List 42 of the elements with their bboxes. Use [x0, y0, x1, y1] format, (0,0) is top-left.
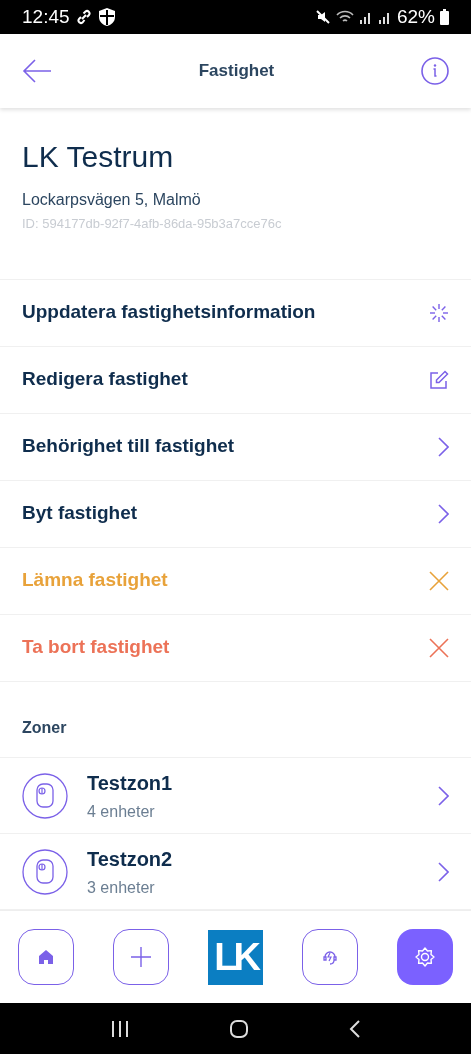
chevron-right-icon: [437, 785, 449, 806]
shield-icon: [97, 7, 116, 27]
edit-icon: [429, 369, 449, 390]
menu-item[interactable]: Redigera fastighet: [0, 346, 471, 414]
menu-item[interactable]: Byt fastighet: [0, 480, 471, 548]
section-heading: Zoner: [22, 718, 67, 739]
property-name: LK Testrum: [22, 139, 175, 175]
info-icon[interactable]: [421, 57, 449, 85]
settings-button[interactable]: [397, 929, 453, 985]
close-icon: [429, 570, 449, 591]
close-icon: [429, 637, 449, 658]
wifi-icon: [335, 9, 354, 25]
property-address: Lockarpsvägen 5, Malmö: [22, 190, 202, 210]
home-button[interactable]: [18, 929, 74, 985]
support-button[interactable]: [302, 929, 358, 985]
plus-icon: [129, 945, 153, 969]
thermostat-icon: [22, 772, 68, 819]
battery-percent: 62%: [396, 4, 435, 29]
device-count: 4 enheter: [87, 801, 156, 822]
link-icon: [75, 9, 92, 25]
menu-item[interactable]: Behörighet till fastighet: [0, 413, 471, 481]
add-button[interactable]: [113, 929, 169, 985]
chevron-right-icon: [437, 436, 449, 457]
home-nav-icon[interactable]: [229, 1018, 250, 1039]
status-time: 12:45: [22, 4, 70, 29]
recent-apps-icon[interactable]: [109, 1019, 130, 1038]
loading-icon: [429, 302, 449, 323]
menu-item[interactable]: Uppdatera fastighetsinformation: [0, 279, 471, 347]
back-arrow-icon[interactable]: [22, 59, 52, 83]
chevron-right-icon: [437, 861, 449, 882]
chevron-right-icon: [437, 503, 449, 524]
zone-name: Testzon2: [87, 846, 174, 872]
screen-title: Fastighet: [198, 60, 275, 83]
settings-icon: [413, 945, 437, 969]
back-nav-icon[interactable]: [349, 1018, 362, 1039]
mute-icon: [314, 9, 331, 25]
battery-icon: [440, 9, 449, 25]
device-count: 3 enheter: [87, 877, 156, 898]
thermostat-icon: [22, 848, 68, 895]
zone-row[interactable]: Testzon1 4 enheter: [0, 758, 471, 834]
zone-name: Testzon1: [87, 770, 174, 796]
logo[interactable]: LK: [208, 929, 263, 985]
